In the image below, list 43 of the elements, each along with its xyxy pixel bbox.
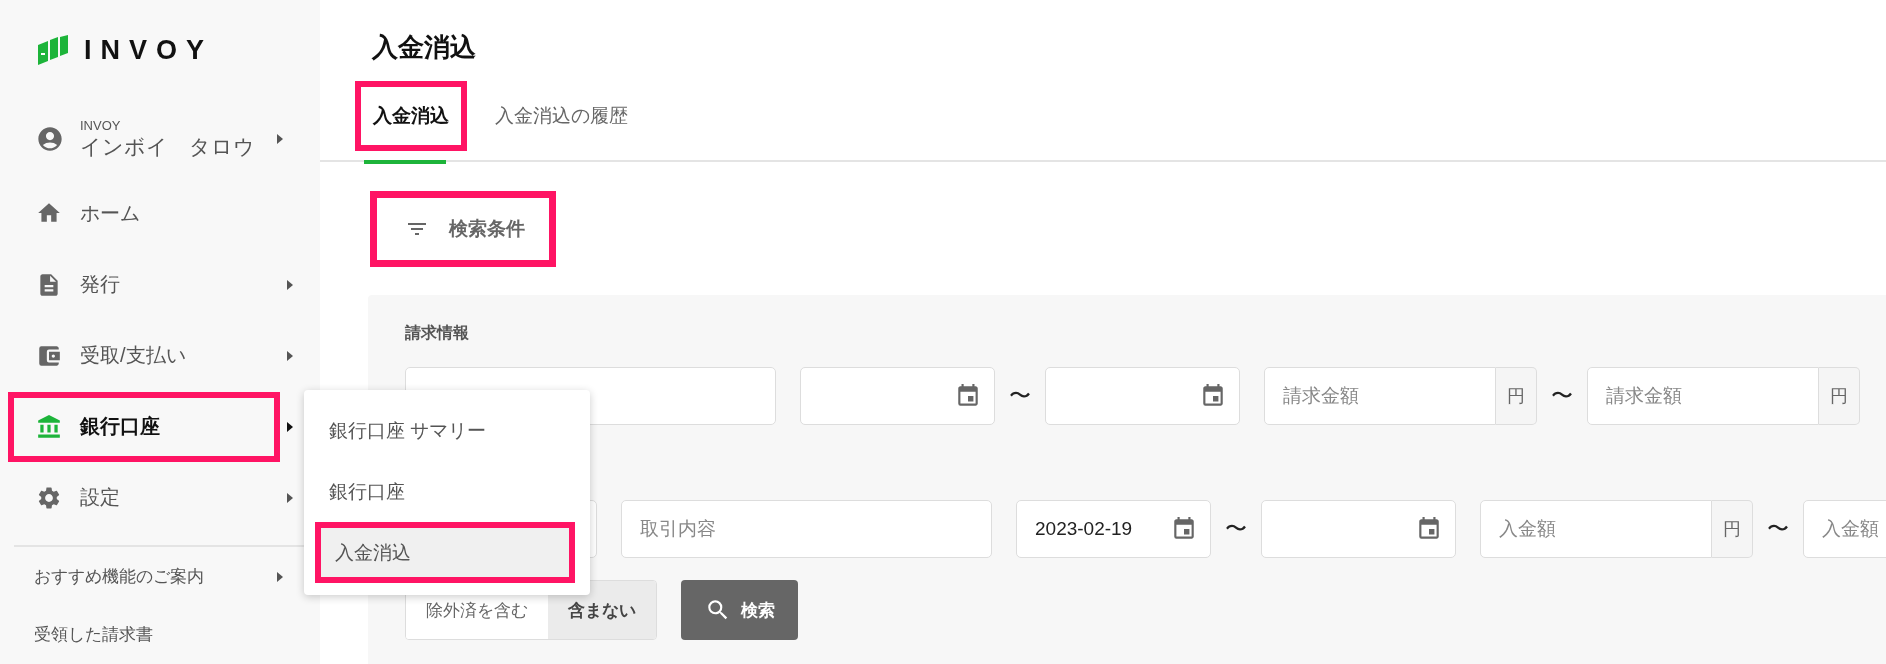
nav-link[interactable]: 受領した請求書 [34,623,270,647]
amount-field[interactable]: 入金額 [1480,500,1712,558]
bank-icon [36,413,62,440]
calendar-icon[interactable] [1200,383,1226,409]
menu-item[interactable]: 銀行口座 サマリー [304,400,590,461]
tab[interactable]: 入金消込 [355,81,467,151]
amount-field[interactable]: 請求金額 [1264,367,1496,425]
range-separator: 〜 [1551,382,1573,410]
date-field[interactable] [1045,367,1240,425]
logo-text: INVOY [84,34,214,66]
calendar-icon[interactable] [1171,516,1197,542]
toggle-option[interactable]: 含まない [548,581,656,639]
company-name: INVOY [80,117,122,133]
nav-item[interactable]: 設定 [8,462,280,533]
nav-link[interactable]: おすすめ機能のご案内 [34,565,270,589]
nav-item[interactable]: 発行 [8,249,280,320]
account-icon[interactable] [36,125,64,154]
filter-button[interactable]: 検索条件 [370,191,556,267]
page-title: 入金消込 [372,31,477,64]
calendar-icon[interactable] [955,383,981,409]
nav-item[interactable]: ホーム [8,178,280,249]
date-field[interactable] [1261,500,1456,558]
amount-field[interactable]: 請求金額 [1587,367,1819,425]
amount-field[interactable]: 入金額 [1803,500,1886,558]
date-field[interactable]: 2023-02-19 [1016,500,1211,558]
text-field[interactable]: 取引内容 [621,500,992,558]
unit-label: 円 [1819,367,1860,425]
unit-label: 円 [1496,367,1537,425]
menu-item[interactable]: 銀行口座 [304,461,590,522]
section-label: 請求情報 [405,323,470,343]
tab[interactable]: 入金消込の履歴 [477,81,646,151]
range-separator: 〜 [1767,515,1789,543]
search-button[interactable]: 検索 [681,580,798,640]
range-separator: 〜 [1225,515,1247,543]
date-field[interactable] [800,367,995,425]
menu-item[interactable]: 入金消込 [315,522,575,583]
nav-item[interactable]: 銀行口座 [8,391,280,462]
range-separator: 〜 [1009,382,1031,410]
nav-item[interactable]: 受取/支払い [8,320,280,391]
calendar-icon[interactable] [1416,516,1442,542]
logo-icon [36,35,70,66]
unit-label: 円 [1712,500,1753,558]
user-name[interactable]: インボイ タロウ [80,132,270,161]
